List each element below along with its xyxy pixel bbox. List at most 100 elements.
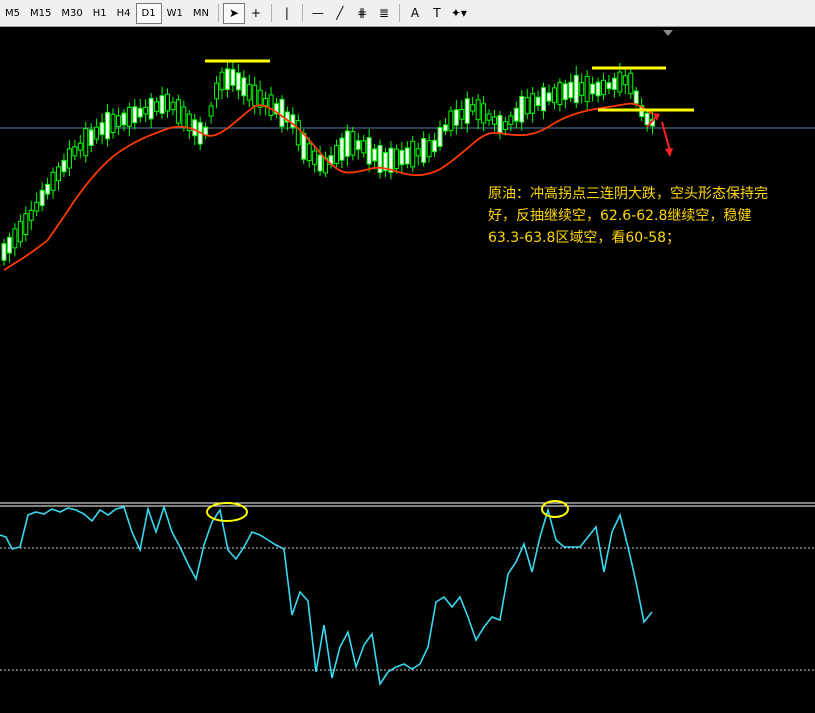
bear-candle [175, 99, 181, 124]
bear-candle [219, 71, 225, 91]
timeframe-h1-button[interactable]: H1 [88, 3, 112, 24]
bear-candle [28, 209, 34, 221]
bull-candle [432, 139, 438, 153]
bear-candle [551, 87, 557, 104]
bull-candle [235, 72, 241, 91]
timeframe-m30-button[interactable]: M30 [56, 3, 87, 24]
chart-background [0, 27, 815, 713]
bull-candle [611, 77, 617, 91]
timeframe-group: M5 M15 M30 H1 H4 D1 W1 MN [0, 2, 214, 24]
fibonacci-icon[interactable]: ≣ [373, 3, 395, 24]
annotation-line-3: 63.3-63.8区域空，看60-58； [488, 230, 681, 246]
bear-candle [246, 83, 252, 101]
bear-candle [214, 82, 220, 100]
annotation-line-1: 原油：冲高拐点三连阴大跌，空头形态保持完 [488, 186, 768, 202]
toolbar-separator [301, 4, 303, 22]
bear-candle [126, 106, 132, 127]
bull-candle [464, 98, 470, 124]
bear-candle [268, 94, 274, 116]
bull-candle [644, 112, 650, 126]
bull-candle [404, 147, 410, 165]
bear-candle [77, 142, 83, 151]
bear-candle [502, 121, 508, 130]
bear-candle [94, 126, 100, 140]
crosshair-icon[interactable]: + [245, 3, 267, 24]
cursor-icon[interactable]: ➤ [222, 2, 245, 24]
bear-candle [579, 82, 585, 96]
bear-candle [17, 220, 23, 243]
bull-candle [372, 148, 378, 162]
bear-candle [601, 79, 606, 96]
bull-candle [366, 137, 372, 165]
price-chart[interactable] [0, 27, 815, 713]
bear-candle [628, 72, 634, 95]
bear-candle [143, 106, 149, 115]
bull-candle [595, 81, 601, 97]
bull-candle [497, 114, 503, 134]
bear-candle [584, 75, 590, 103]
bull-candle [437, 127, 443, 147]
vertical-line-icon[interactable]: | [276, 3, 298, 24]
bull-candle [421, 137, 427, 163]
timeframe-mn-button[interactable]: MN [188, 3, 214, 24]
bear-candle [617, 71, 623, 93]
bear-candle [492, 116, 497, 125]
trendline-icon[interactable]: ╱ [329, 3, 351, 24]
bull-candle [148, 97, 154, 120]
bull-candle [590, 83, 596, 95]
horizontal-line-icon[interactable]: — [307, 3, 329, 24]
bear-candle [306, 143, 312, 162]
bull-candle [99, 122, 105, 136]
bear-candle [34, 201, 40, 212]
bear-candle [470, 104, 476, 112]
bull-candle [317, 154, 323, 172]
bull-candle [546, 92, 552, 102]
bear-candle [333, 145, 339, 164]
bull-candle [88, 129, 94, 146]
timeframe-d1-button[interactable]: D1 [135, 2, 162, 24]
text-label-icon[interactable]: T [426, 3, 448, 24]
timeframe-w1-button[interactable]: W1 [162, 3, 188, 24]
bull-candle [541, 87, 547, 112]
bear-candle [208, 105, 214, 117]
bear-candle [170, 101, 176, 111]
timeframe-h4-button[interactable]: H4 [112, 3, 136, 24]
bull-candle [633, 90, 639, 104]
bear-candle [154, 101, 160, 112]
equidistant-channel-icon[interactable]: ⋕ [351, 3, 373, 24]
bull-candle [399, 149, 405, 166]
bear-candle [165, 93, 170, 112]
bear-candle [393, 148, 399, 170]
bull-candle [241, 77, 247, 97]
bear-candle [481, 103, 487, 124]
bear-candle [410, 140, 416, 168]
bear-candle [66, 148, 72, 169]
bull-candle [1, 243, 7, 261]
bear-candle [72, 146, 78, 157]
shapes-dropdown-icon[interactable]: ✦▾ [448, 3, 470, 24]
bear-candle [50, 171, 56, 191]
bear-candle [426, 140, 432, 158]
bear-candle [295, 120, 301, 146]
text-icon[interactable]: A [404, 3, 426, 24]
bull-candle [606, 82, 612, 90]
bull-candle [453, 109, 459, 126]
bull-candle [519, 95, 525, 123]
bull-candle [535, 96, 541, 107]
timeframe-m15-button[interactable]: M15 [25, 3, 56, 24]
chart-toolbar: M5 M15 M30 H1 H4 D1 W1 MN ➤ + | — ╱ ⋕ ≣ A T ✦▾ [0, 0, 815, 27]
bull-candle [513, 107, 519, 122]
bear-candle [524, 97, 530, 115]
timeframe-m5-button[interactable]: M5 [0, 3, 25, 24]
bull-candle [121, 112, 127, 126]
bull-candle [192, 119, 198, 137]
bear-candle [56, 166, 61, 182]
bull-candle [562, 83, 568, 101]
bull-candle [442, 124, 448, 132]
bear-candle [12, 228, 18, 249]
bear-candle [252, 84, 258, 107]
bull-candle [339, 137, 345, 161]
bull-candle [105, 111, 111, 140]
bull-candle [137, 107, 143, 118]
bear-candle [448, 110, 454, 132]
